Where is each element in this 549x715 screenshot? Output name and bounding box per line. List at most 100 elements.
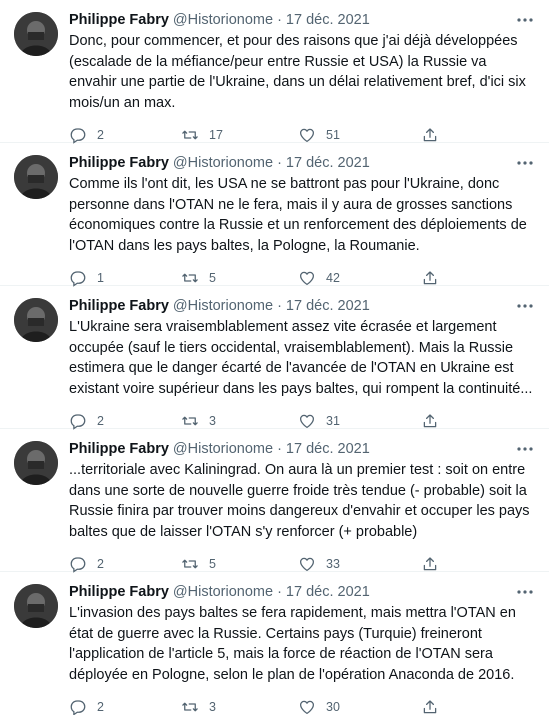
like-count: 30 xyxy=(326,700,340,714)
tweet-thread: Philippe Fabry @Historionome · 17 déc. 2… xyxy=(0,0,549,715)
like-count: 31 xyxy=(326,414,340,428)
tweet-actions: 2 3 30 xyxy=(69,689,535,715)
tweet[interactable]: Philippe Fabry @Historionome · 17 déc. 2… xyxy=(0,429,549,573)
share-button[interactable] xyxy=(421,698,441,715)
tweet-text: Comme ils l'ont dit, les USA ne se battr… xyxy=(69,176,527,254)
retweet-button[interactable]: 5 xyxy=(181,269,298,287)
reply-count: 2 xyxy=(97,557,104,571)
avatar[interactable] xyxy=(14,584,58,628)
tweet-text: L'Ukraine sera vraisemblablement assez v… xyxy=(69,319,533,397)
author-handle[interactable]: @Historionome xyxy=(173,11,273,29)
avatar[interactable] xyxy=(14,155,58,199)
share-upload-icon xyxy=(423,557,437,571)
tweet-text: Donc, pour commencer, et pour des raison… xyxy=(69,33,526,111)
retweet-button[interactable]: 5 xyxy=(181,555,298,573)
tweet-text: ...territoriale avec Kaliningrad. On aur… xyxy=(69,462,530,540)
reply-count: 2 xyxy=(97,128,104,142)
tweet-date[interactable]: 17 déc. 2021 xyxy=(286,440,370,458)
share-upload-icon xyxy=(423,414,437,428)
author-name[interactable]: Philippe Fabry xyxy=(69,440,169,458)
retweet-icon xyxy=(182,559,198,569)
reply-bubble-icon xyxy=(70,700,86,715)
author-handle[interactable]: @Historionome xyxy=(173,440,273,458)
retweet-count: 3 xyxy=(209,700,216,714)
author-handle[interactable]: @Historionome xyxy=(173,154,273,172)
author-name[interactable]: Philippe Fabry xyxy=(69,11,169,29)
tweet-date[interactable]: 17 déc. 2021 xyxy=(286,583,370,601)
reply-count: 2 xyxy=(97,414,104,428)
tweet-date[interactable]: 17 déc. 2021 xyxy=(286,297,370,315)
reply-count: 2 xyxy=(97,700,104,714)
like-count: 33 xyxy=(326,557,340,571)
tweet[interactable]: Philippe Fabry @Historionome · 17 déc. 2… xyxy=(0,0,549,144)
avatar[interactable] xyxy=(14,441,58,485)
retweet-button[interactable]: 17 xyxy=(181,126,298,144)
share-button[interactable] xyxy=(421,555,441,573)
retweet-icon xyxy=(182,702,198,712)
like-count: 51 xyxy=(326,128,340,142)
tweet-date[interactable]: 17 déc. 2021 xyxy=(286,154,370,172)
reply-bubble-icon xyxy=(70,128,86,144)
tweet-header: Philippe Fabry @Historionome · 17 déc. 2… xyxy=(69,10,535,30)
author-name[interactable]: Philippe Fabry xyxy=(69,154,169,172)
retweet-count: 5 xyxy=(209,557,216,571)
share-button[interactable] xyxy=(421,412,441,430)
author-name[interactable]: Philippe Fabry xyxy=(69,583,169,601)
share-upload-icon xyxy=(423,128,437,142)
author-name[interactable]: Philippe Fabry xyxy=(69,297,169,315)
author-handle[interactable]: @Historionome xyxy=(173,583,273,601)
more-horizontal-icon[interactable] xyxy=(515,584,535,600)
like-button[interactable]: 42 xyxy=(298,269,421,287)
reply-bubble-icon xyxy=(70,414,86,430)
tweet-header: Philippe Fabry @Historionome · 17 déc. 2… xyxy=(69,296,535,316)
tweet-header: Philippe Fabry @Historionome · 17 déc. 2… xyxy=(69,582,535,602)
like-button[interactable]: 30 xyxy=(298,698,421,715)
more-horizontal-icon[interactable] xyxy=(515,12,535,28)
author-handle[interactable]: @Historionome xyxy=(173,297,273,315)
share-button[interactable] xyxy=(421,269,441,287)
share-upload-icon xyxy=(423,271,437,285)
reply-button[interactable]: 2 xyxy=(69,698,181,715)
like-button[interactable]: 51 xyxy=(298,126,421,144)
more-horizontal-icon[interactable] xyxy=(515,298,535,314)
tweet[interactable]: Philippe Fabry @Historionome · 17 déc. 2… xyxy=(0,572,549,715)
avatar[interactable] xyxy=(14,12,58,56)
retweet-button[interactable]: 3 xyxy=(181,412,298,430)
reply-button[interactable]: 1 xyxy=(69,269,181,287)
retweet-button[interactable]: 3 xyxy=(181,698,298,715)
retweet-icon xyxy=(182,416,198,426)
tweet-date[interactable]: 17 déc. 2021 xyxy=(286,11,370,29)
separator: · xyxy=(277,12,282,28)
retweet-count: 5 xyxy=(209,271,216,285)
avatar[interactable] xyxy=(14,298,58,342)
tweet[interactable]: Philippe Fabry @Historionome · 17 déc. 2… xyxy=(0,286,549,430)
reply-bubble-icon xyxy=(70,557,86,573)
share-upload-icon xyxy=(423,700,437,714)
reply-button[interactable]: 2 xyxy=(69,555,181,573)
reply-button[interactable]: 2 xyxy=(69,126,181,144)
like-button[interactable]: 31 xyxy=(298,412,421,430)
separator: · xyxy=(277,298,282,314)
tweet-header: Philippe Fabry @Historionome · 17 déc. 2… xyxy=(69,153,535,173)
retweet-count: 17 xyxy=(209,128,223,142)
separator: · xyxy=(277,584,282,600)
retweet-count: 3 xyxy=(209,414,216,428)
heart-icon xyxy=(299,128,315,143)
retweet-icon xyxy=(182,130,198,140)
reply-count: 1 xyxy=(97,271,104,285)
heart-icon xyxy=(299,414,315,429)
heart-icon xyxy=(299,700,315,715)
separator: · xyxy=(277,441,282,457)
share-button[interactable] xyxy=(421,126,441,144)
heart-icon xyxy=(299,271,315,286)
heart-icon xyxy=(299,557,315,572)
retweet-icon xyxy=(182,273,198,283)
tweet[interactable]: Philippe Fabry @Historionome · 17 déc. 2… xyxy=(0,143,549,287)
tweet-text: L'invasion des pays baltes se fera rapid… xyxy=(69,605,516,683)
more-horizontal-icon[interactable] xyxy=(515,441,535,457)
more-horizontal-icon[interactable] xyxy=(515,155,535,171)
reply-button[interactable]: 2 xyxy=(69,412,181,430)
reply-bubble-icon xyxy=(70,271,86,287)
tweet-header: Philippe Fabry @Historionome · 17 déc. 2… xyxy=(69,439,535,459)
like-button[interactable]: 33 xyxy=(298,555,421,573)
